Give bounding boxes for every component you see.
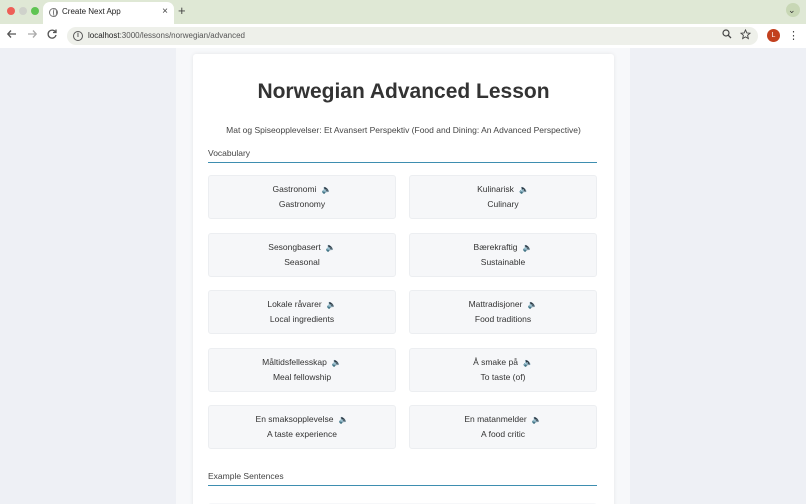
menu-icon[interactable]: ⋮	[788, 28, 799, 44]
tab-title: Create Next App	[62, 7, 121, 16]
vocab-word: Å smake på	[473, 356, 518, 367]
zoom-icon[interactable]	[720, 29, 734, 43]
vocab-card: En matanmelder 🔈 A food critic	[409, 405, 597, 449]
back-icon[interactable]	[4, 28, 20, 44]
vocab-word: En matanmelder	[464, 414, 527, 424]
vocab-word: Måltidsfellesskap	[262, 356, 327, 367]
vocab-card: Å smake på 🔈 To taste (of)	[409, 347, 597, 392]
vocab-word-line: En matanmelder 🔈	[410, 414, 596, 424]
window-maximize-button[interactable]	[31, 7, 39, 15]
vocab-word-line: Måltidsfellesskap 🔈	[209, 357, 395, 367]
lesson-subtitle: Mat og Spiseopplevelser: Et Avansert Per…	[226, 125, 581, 135]
vocab-translation: A food critic	[481, 429, 525, 439]
vocab-word: Mattradisjoner	[468, 299, 523, 309]
browser-tab[interactable]: Create Next App ×	[43, 2, 174, 24]
vocab-word: Kulinarisk	[477, 184, 514, 194]
vocab-card: Kulinarisk 🔈 Culinary	[409, 175, 597, 219]
tab-search-button[interactable]: ⌄	[786, 3, 800, 17]
vocab-word-line: Bærekraftig 🔈	[410, 242, 596, 252]
page-viewport: Norwegian Advanced Lesson Mat og Spiseop…	[0, 48, 806, 504]
vocabulary-heading: Vocabulary	[208, 148, 597, 163]
speaker-icon[interactable]: 🔈	[339, 415, 349, 424]
address-bar[interactable]: i localhost:3000/lessons/norwegian/advan…	[67, 27, 758, 45]
vocab-card: Gastronomi 🔈 Gastronomy	[208, 175, 396, 219]
info-icon[interactable]: i	[73, 31, 83, 41]
globe-icon	[49, 8, 58, 17]
reload-icon[interactable]	[44, 28, 60, 44]
vocab-translation: Culinary	[487, 199, 519, 209]
lesson-card: Norwegian Advanced Lesson Mat og Spiseop…	[193, 54, 614, 504]
speaker-icon[interactable]: 🔈	[532, 415, 542, 424]
close-tab-icon[interactable]: ×	[162, 6, 168, 18]
new-tab-button[interactable]: +	[178, 3, 186, 19]
vocab-translation: A taste experience	[267, 429, 337, 439]
bookmark-star-icon[interactable]	[738, 28, 752, 43]
vocab-translation: Seasonal	[284, 256, 320, 267]
vocab-word-line: Gastronomi 🔈	[209, 184, 395, 194]
vocab-translation: Local ingredients	[269, 314, 335, 324]
window-close-button[interactable]	[7, 7, 15, 15]
forward-icon[interactable]	[24, 28, 40, 44]
vocab-word-line: En smaksopplevelse 🔈	[209, 414, 395, 424]
browser-toolbar: i localhost:3000/lessons/norwegian/advan…	[0, 24, 806, 48]
vocab-card: Måltidsfellesskap 🔈 Meal fellowship	[208, 347, 396, 392]
vocab-card: Mattradisjoner 🔈 Food traditions	[409, 290, 597, 334]
vocab-word-line: Mattradisjoner 🔈	[410, 299, 596, 309]
url-text: localhost:3000/lessons/norwegian/advance…	[88, 31, 245, 40]
vocab-word: En smaksopplevelse	[255, 414, 334, 424]
vocab-word-line: Å smake på 🔈	[410, 357, 596, 367]
speaker-icon[interactable]: 🔈	[332, 358, 342, 367]
window-minimize-button[interactable]	[19, 7, 27, 15]
vocab-translation: Meal fellowship	[272, 371, 332, 382]
vocab-word: Gastronomi	[272, 184, 317, 194]
vocab-translation: Sustainable	[480, 256, 526, 267]
vocab-word-line: Lokale råvarer 🔈	[209, 299, 395, 309]
speaker-icon[interactable]: 🔈	[527, 300, 537, 309]
vocab-word-line: Sesongbasert 🔈	[209, 242, 395, 252]
vocab-translation: Gastronomy	[278, 199, 326, 209]
vocab-translation: To taste (of)	[480, 371, 526, 382]
vocab-word: Bærekraftig	[473, 241, 518, 252]
speaker-icon[interactable]: 🔈	[327, 300, 337, 309]
vocab-word-line: Kulinarisk 🔈	[410, 184, 596, 194]
speaker-icon[interactable]: 🔈	[523, 358, 533, 367]
page-title: Norwegian Advanced Lesson	[257, 80, 550, 103]
speaker-icon[interactable]: 🔈	[522, 243, 532, 252]
speaker-icon[interactable]: 🔈	[326, 243, 336, 252]
vocab-card: Bærekraftig 🔈 Sustainable	[409, 232, 597, 277]
vocab-translation: Food traditions	[474, 314, 532, 324]
profile-avatar[interactable]: L	[767, 29, 780, 42]
example-sentences-heading: Example Sentences	[208, 471, 597, 486]
vocab-word: Lokale råvarer	[267, 299, 322, 309]
vocab-card: Sesongbasert 🔈 Seasonal	[208, 232, 396, 277]
speaker-icon[interactable]: 🔈	[321, 185, 331, 194]
vocab-card: En smaksopplevelse 🔈 A taste experience	[208, 405, 396, 449]
vocab-word: Sesongbasert	[268, 241, 321, 252]
tab-bar: Create Next App × + ⌄	[0, 0, 806, 24]
speaker-icon[interactable]: 🔈	[519, 185, 529, 194]
chevron-down-icon: ⌄	[788, 5, 796, 15]
vocab-card: Lokale råvarer 🔈 Local ingredients	[208, 290, 396, 334]
